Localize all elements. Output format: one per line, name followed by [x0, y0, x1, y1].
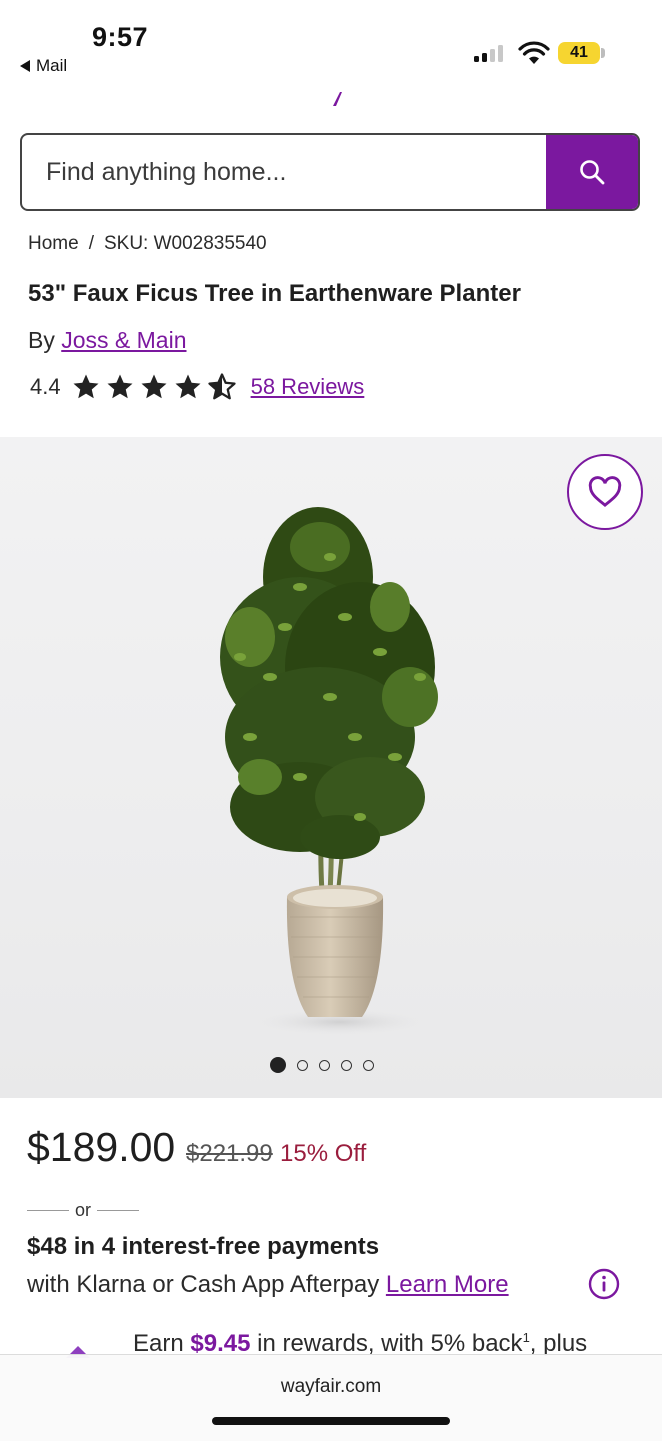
search-bar: [20, 133, 640, 211]
battery-tip: [601, 48, 605, 58]
current-price: $189.00: [27, 1124, 176, 1170]
product-rating: 4.4 58 Reviews: [30, 372, 364, 402]
reviews-link[interactable]: 58 Reviews: [251, 374, 365, 400]
financing-subtext: with Klarna or Cash App Afterpay Learn M…: [27, 1271, 509, 1299]
financing-providers: with Klarna or Cash App Afterpay: [27, 1271, 380, 1298]
battery-indicator: 41: [558, 42, 600, 64]
breadcrumb-sku: SKU: W002835540: [103, 233, 267, 254]
rewards-amount: $9.45: [190, 1330, 251, 1357]
learn-more-link[interactable]: Learn More: [386, 1271, 509, 1298]
search-input[interactable]: [22, 135, 546, 209]
pagination-dot[interactable]: [363, 1059, 374, 1071]
rewards-suffix: in rewards, with 5% back: [257, 1330, 523, 1357]
star-full-icon: [73, 374, 99, 399]
financing-headline: $48 in 4 interest-free payments: [27, 1233, 380, 1260]
product-image: [220, 507, 438, 1036]
breadcrumb-separator: /: [88, 233, 94, 254]
favorite-button[interactable]: [567, 454, 643, 530]
pagination-dot[interactable]: [297, 1059, 308, 1071]
back-to-mail[interactable]: Mail: [20, 56, 67, 76]
star-full-icon: [141, 374, 167, 399]
pagination-dot[interactable]: [319, 1059, 330, 1071]
wayfair-logo-fragment: [333, 92, 342, 106]
gallery-pagination: [270, 1057, 374, 1073]
browser-url[interactable]: wayfair.com: [0, 1376, 662, 1398]
original-price: $221.99: [186, 1140, 273, 1167]
discount-label: 15% Off: [280, 1140, 367, 1167]
pagination-dot-active[interactable]: [270, 1057, 286, 1073]
brand-link[interactable]: Joss & Main: [61, 327, 186, 353]
info-icon[interactable]: [588, 1268, 620, 1300]
or-divider: or: [27, 1200, 140, 1221]
search-icon: [580, 160, 605, 185]
rewards-tail: , plus: [529, 1330, 588, 1357]
status-time: 9:57: [92, 22, 149, 52]
pagination-dot[interactable]: [341, 1059, 352, 1071]
star-full-icon: [107, 374, 133, 399]
or-label: or: [75, 1200, 92, 1220]
product-title: 53" Faux Ficus Tree in Earthenware Plant…: [28, 280, 521, 307]
rating-value: 4.4: [30, 374, 61, 399]
product-brand-line: By Joss & Main: [28, 327, 187, 354]
cellular-signal-icon: [474, 44, 503, 62]
wifi-icon: [518, 41, 550, 64]
product-image-gallery[interactable]: [0, 437, 662, 1098]
heart-outline-icon: [588, 476, 622, 507]
rewards-prefix: Earn: [133, 1330, 184, 1357]
search-button[interactable]: [546, 135, 638, 209]
breadcrumb-home[interactable]: Home: [28, 233, 79, 255]
back-arrow-icon: [20, 60, 30, 72]
breadcrumb: Home / SKU: W002835540: [28, 233, 267, 255]
rewards-footnote: 1: [522, 1330, 530, 1345]
rating-stars: [71, 372, 237, 402]
by-prefix: By: [28, 327, 55, 353]
back-app-label: Mail: [36, 56, 68, 75]
star-half-icon: [207, 373, 236, 400]
star-full-icon: [175, 374, 201, 399]
home-indicator[interactable]: [212, 1417, 450, 1425]
